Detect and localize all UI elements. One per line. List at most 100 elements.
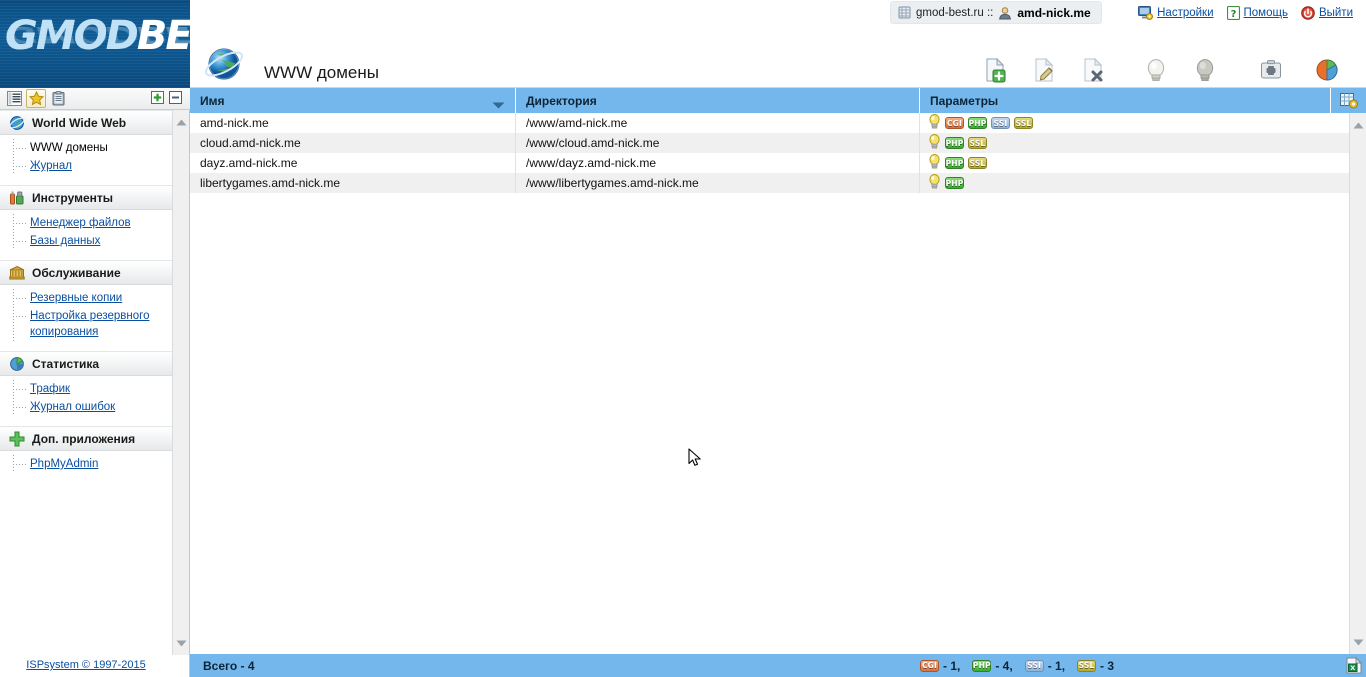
- badge-php: PHP: [945, 157, 964, 169]
- badge-ssl: SSL: [1014, 117, 1033, 129]
- scroll-up-arrow-icon[interactable]: [176, 115, 187, 129]
- account-chip: gmod-best.ru :: amd-nick.me: [890, 1, 1102, 24]
- table-settings-icon[interactable]: [1330, 88, 1366, 113]
- cell-name: dayz.amd-nick.me: [190, 153, 516, 173]
- brand-logo-text: GMODBEST: [5, 13, 190, 59]
- sidebar-item-label: Трафик: [30, 383, 71, 395]
- page-delete-icon: [1080, 56, 1106, 84]
- scroll-down-arrow-icon[interactable]: [176, 636, 187, 650]
- column-header-name[interactable]: Имя: [190, 88, 516, 113]
- green-plus-icon: [9, 431, 25, 446]
- sidebar-group-maintenance[interactable]: Обслуживание: [0, 260, 172, 285]
- sidebar-item-phpmyadmin[interactable]: PhpMyAdmin: [0, 455, 172, 473]
- pie-chart-small-icon: [10, 356, 24, 371]
- sidebar-item-label: Настройка резервного копирования: [30, 310, 150, 338]
- cell-directory: /www/amd-nick.me: [516, 113, 920, 133]
- cell-parameters: PHP SSL: [920, 153, 1349, 173]
- domains-table: Имя Директория Параметры amd-nick.me /ww…: [190, 88, 1366, 677]
- sidebar-item-journal[interactable]: Журнал: [0, 157, 172, 175]
- cell-directory: /www/cloud.amd-nick.me: [516, 133, 920, 153]
- top-menu-logout-label: Выйти: [1318, 6, 1353, 19]
- column-header-name-label: Имя: [200, 93, 225, 108]
- sidebar-item-label: Базы данных: [30, 235, 101, 247]
- status-bulb-on-icon: [928, 154, 941, 172]
- svg-text:?: ?: [1230, 9, 1236, 20]
- sidebar-item-error-log[interactable]: Журнал ошибок: [0, 398, 172, 416]
- top-menu-help[interactable]: ? Помощь: [1226, 5, 1288, 20]
- list-view-icon[interactable]: [4, 89, 24, 108]
- bank-building-icon: [9, 265, 25, 279]
- collapse-all-minus-icon[interactable]: [169, 90, 182, 107]
- excel-export-icon[interactable]: X: [1341, 657, 1366, 674]
- sidebar-item-label: Резервные копии: [30, 292, 123, 304]
- badge-php: PHP: [968, 117, 987, 129]
- column-header-directory[interactable]: Директория: [516, 88, 920, 113]
- sidebar-item-backup-settings[interactable]: Настройка резервного копирования: [0, 307, 172, 341]
- badge-php: PHP: [945, 177, 964, 189]
- footer-total: Всего - 4: [203, 658, 255, 673]
- cell-name: libertygames.amd-nick.me: [190, 173, 516, 193]
- badge-ssl: SSL: [968, 137, 987, 149]
- table-scroll-down-arrow-icon[interactable]: [1353, 635, 1364, 649]
- column-header-parameters[interactable]: Параметры: [920, 88, 1366, 113]
- svg-text:X: X: [1350, 664, 1355, 672]
- sidebar-group-tools[interactable]: Инструменты: [0, 185, 172, 210]
- cell-parameters: PHP SSL: [920, 133, 1349, 153]
- badge-ssi: SSI: [1024, 659, 1044, 672]
- top-menu-logout[interactable]: Выйти: [1301, 5, 1353, 20]
- page-add-icon: [982, 56, 1008, 84]
- top-bar: gmod-best.ru :: amd-nick.me Настройки ? …: [190, 0, 1366, 25]
- globe-small-icon: [9, 115, 25, 130]
- sidebar-scrollbar[interactable]: [172, 110, 189, 655]
- top-menu: Настройки ? Помощь Выйти: [1138, 2, 1360, 23]
- table-row[interactable]: dayz.amd-nick.me /www/dayz.amd-nick.me P…: [190, 153, 1349, 173]
- sidebar-group-world-wide-web[interactable]: World Wide Web: [0, 110, 172, 135]
- brand-logo: GMODBEST GMODBEST: [0, 0, 190, 88]
- page-title: WWW домены: [264, 63, 379, 82]
- badge-ssi: SSI: [991, 117, 1010, 129]
- cell-name: amd-nick.me: [190, 113, 516, 133]
- clipboard-icon[interactable]: [48, 89, 68, 108]
- sidebar-item-label: Журнал: [30, 160, 72, 172]
- account-host: gmod-best.ru ::: [916, 6, 994, 19]
- column-header-parameters-label: Параметры: [930, 93, 999, 108]
- sidebar-group-label: Доп. приложения: [32, 431, 136, 446]
- sidebar-group-statistics[interactable]: Статистика: [0, 351, 172, 376]
- footer-summary-cgi-count: - 1,: [943, 658, 961, 673]
- badge-ssl: SSL: [968, 157, 987, 169]
- sidebar-item-label: WWW домены: [30, 142, 108, 154]
- table-row[interactable]: amd-nick.me /www/amd-nick.me CGI PHP SSI…: [190, 113, 1349, 133]
- column-header-directory-label: Директория: [526, 93, 597, 108]
- sidebar-group-label: World Wide Web: [32, 115, 127, 130]
- sidebar-item-traffic[interactable]: Трафик: [0, 380, 172, 398]
- sidebar-item-backups[interactable]: Резервные копии: [0, 289, 172, 307]
- table-scroll-up-arrow-icon[interactable]: [1353, 118, 1364, 132]
- sidebar-item-www-domains[interactable]: WWW домены: [0, 139, 172, 157]
- table-scrollbar[interactable]: [1349, 113, 1366, 654]
- sidebar-item-file-manager[interactable]: Менеджер файлов: [0, 214, 172, 232]
- badge-cgi: CGI: [920, 659, 939, 672]
- expand-all-plus-icon[interactable]: [151, 90, 164, 107]
- settings-monitor-icon: [1138, 5, 1154, 20]
- sidebar-menu: World Wide Web WWW домены Журнал Инструм…: [0, 110, 172, 655]
- table-row[interactable]: cloud.amd-nick.me /www/cloud.amd-nick.me…: [190, 133, 1349, 153]
- sidebar-item-label: PhpMyAdmin: [30, 458, 99, 470]
- table-row[interactable]: libertygames.amd-nick.me /www/libertygam…: [190, 173, 1349, 193]
- badge-cgi: CGI: [945, 117, 964, 129]
- footer-summary: CGI - 1, PHP - 4, SSI - 1, SSL - 3: [920, 659, 1114, 673]
- first-aid-kit-icon: [1259, 56, 1283, 84]
- cell-directory: /www/libertygames.amd-nick.me: [516, 173, 920, 193]
- copyright-link[interactable]: ISPsystem © 1997-2015: [26, 659, 145, 671]
- badge-php: PHP: [972, 659, 992, 672]
- top-menu-settings[interactable]: Настройки: [1138, 5, 1214, 20]
- sort-descending-icon: [492, 98, 505, 112]
- status-bulb-on-icon: [928, 174, 941, 192]
- top-menu-settings-label: Настройки: [1157, 6, 1214, 19]
- sidebar-item-databases[interactable]: Базы данных: [0, 232, 172, 250]
- account-user: amd-nick.me: [1017, 5, 1091, 20]
- footer-summary-ssi-count: - 1,: [1047, 658, 1066, 673]
- top-menu-help-label: Помощь: [1243, 6, 1288, 19]
- sidebar-group-extra-apps[interactable]: Доп. приложения: [0, 426, 172, 451]
- favorites-star-icon[interactable]: [26, 89, 46, 108]
- footer-summary-php-count: - 4,: [995, 658, 1013, 673]
